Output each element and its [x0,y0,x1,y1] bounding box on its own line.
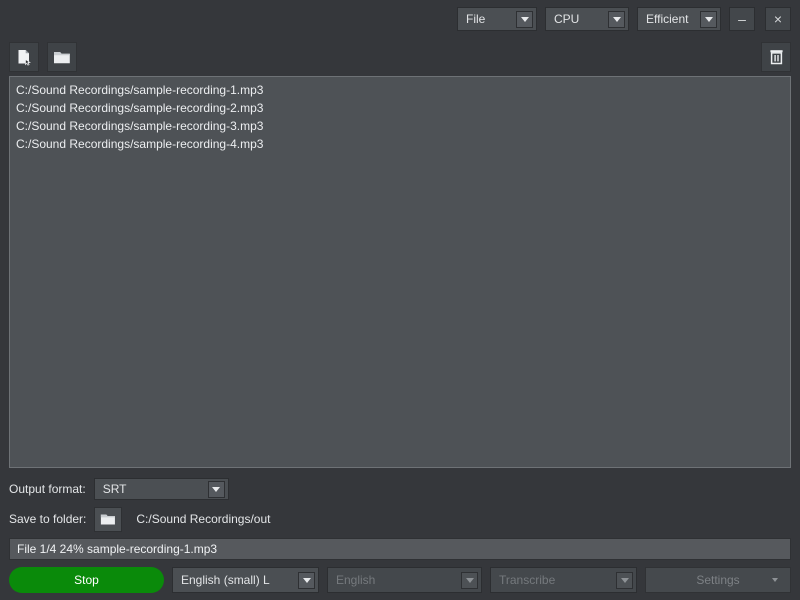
language-dropdown[interactable]: English [327,567,482,593]
title-bar: File CPU Efficient – × [0,0,800,38]
close-icon: × [773,11,783,27]
app-window: File CPU Efficient – × C:/Sound Recordin… [0,0,800,600]
performance-mode-value: Efficient [646,12,689,26]
list-item[interactable]: C:/Sound Recordings/sample-recording-2.m… [10,99,790,117]
chevron-down-icon [516,10,533,28]
browse-folder-button[interactable] [94,506,123,532]
file-list[interactable]: C:/Sound Recordings/sample-recording-1.m… [9,76,791,468]
output-format-row: Output format: SRT [0,474,800,504]
settings-label: Settings [696,573,740,587]
source-mode-value: File [466,12,486,26]
open-folder-icon [54,52,70,64]
model-dropdown[interactable]: English (small) L [172,567,319,593]
device-mode-dropdown[interactable]: CPU [545,7,629,31]
progress-bar: File 1/4 24% sample-recording-1.mp3 [9,538,791,560]
bottom-bar: Stop English (small) L English Transcrib… [0,560,800,600]
chevron-down-icon [700,10,717,28]
model-value: English (small) L [181,573,270,587]
add-files-button[interactable] [9,42,39,72]
output-format-dropdown[interactable]: SRT [93,478,229,500]
minimize-icon: – [738,11,746,27]
list-item[interactable]: C:/Sound Recordings/sample-recording-1.m… [10,81,790,99]
toolbar [0,38,800,76]
source-mode-dropdown[interactable]: File [457,7,537,31]
task-value: Transcribe [499,573,556,587]
add-file-icon [18,50,31,66]
task-dropdown[interactable]: Transcribe [490,567,637,593]
chevron-down-icon [616,571,633,589]
chevron-down-icon [207,480,225,498]
save-folder-row: Save to folder: C:/Sound Recordings/out [0,504,800,534]
close-button[interactable]: × [765,7,791,31]
add-folder-button[interactable] [47,42,77,72]
progress-text: File 1/4 24% sample-recording-1.mp3 [17,542,218,556]
trash-icon [769,50,783,65]
chevron-down-icon [608,10,625,28]
device-mode-value: CPU [554,12,580,26]
chevron-down-icon [772,578,778,582]
list-item[interactable]: C:/Sound Recordings/sample-recording-4.m… [10,135,790,153]
save-folder-path: C:/Sound Recordings/out [136,512,271,526]
chevron-down-icon [461,571,478,589]
folder-icon [101,514,116,525]
save-folder-label: Save to folder: [9,512,87,526]
output-format-label: Output format: [9,482,86,496]
minimize-button[interactable]: – [729,7,755,31]
list-item[interactable]: C:/Sound Recordings/sample-recording-3.m… [10,117,790,135]
clear-list-button[interactable] [761,42,791,72]
language-value: English [336,573,376,587]
stop-button[interactable]: Stop [9,567,164,593]
chevron-down-icon [298,571,315,589]
output-format-value: SRT [102,482,127,496]
settings-button[interactable]: Settings [645,567,791,593]
performance-mode-dropdown[interactable]: Efficient [637,7,721,31]
